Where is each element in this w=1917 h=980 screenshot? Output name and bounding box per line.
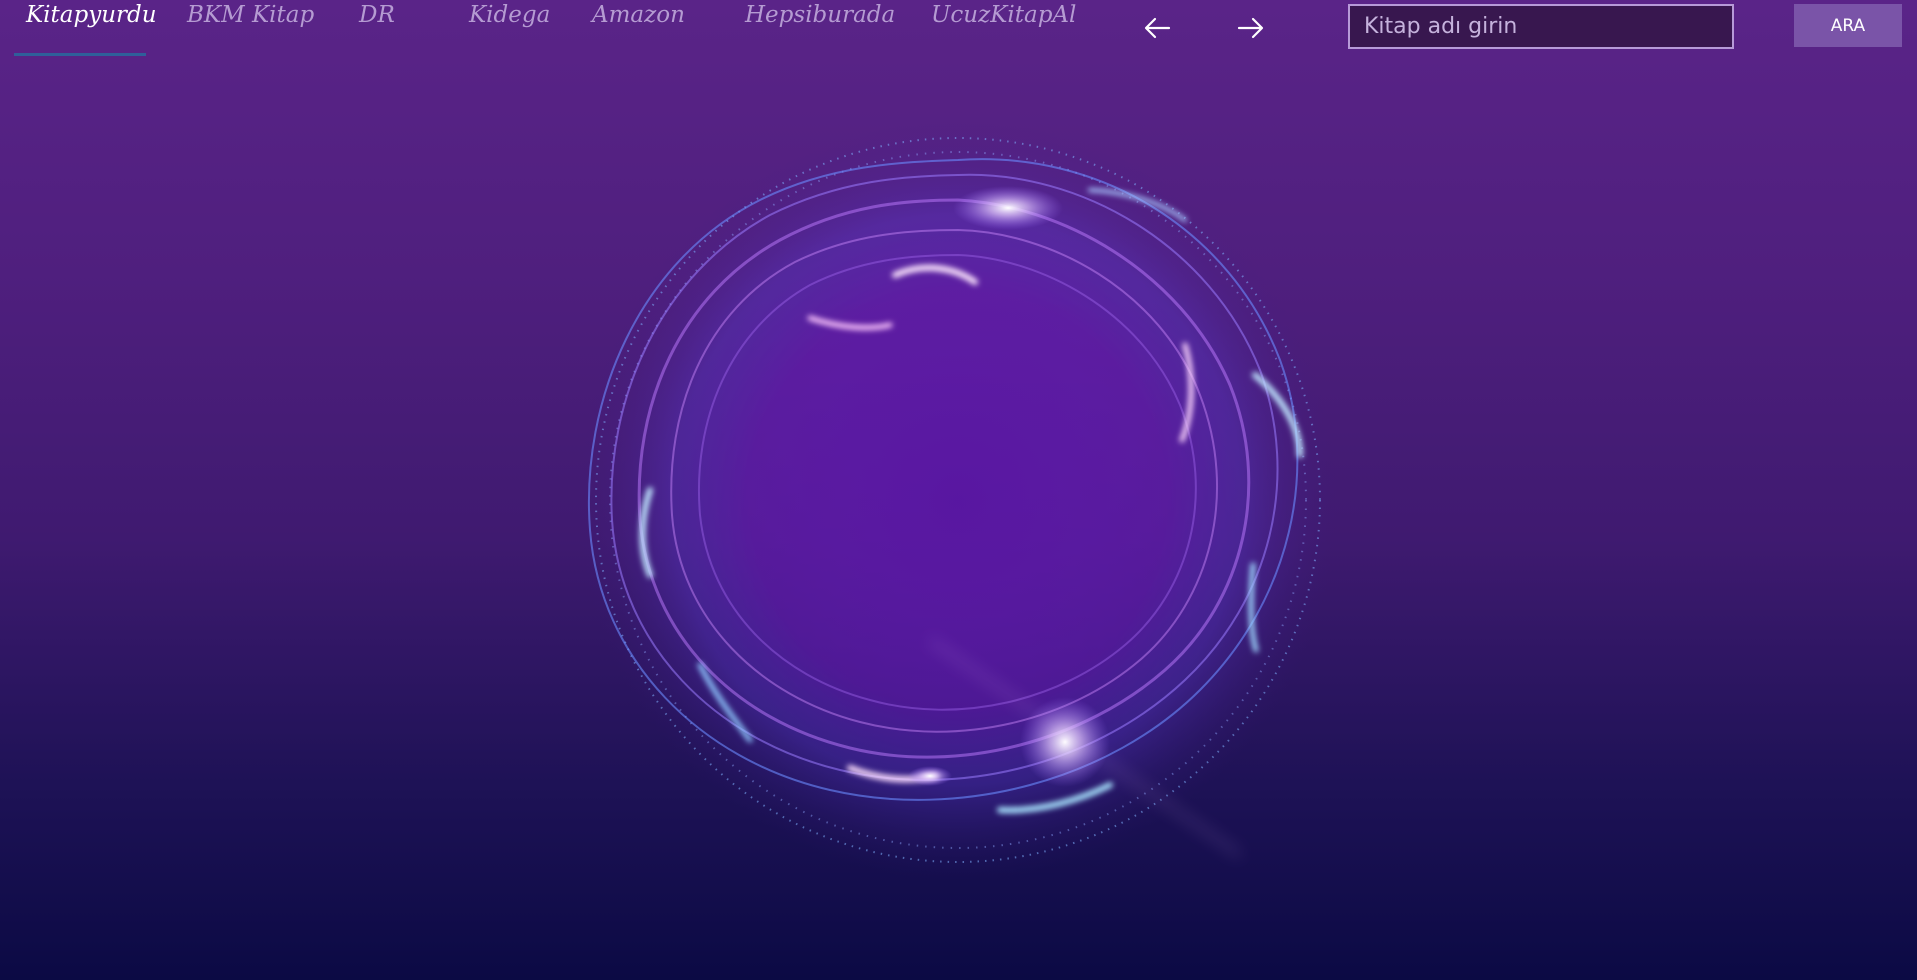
tab-amazon[interactable]: Amazon <box>592 0 685 34</box>
tab-kidega[interactable]: Kidega <box>469 0 550 34</box>
flare-left-bottom <box>908 766 952 786</box>
active-tab-underline <box>14 53 146 56</box>
tab-bkm-kitap[interactable]: BKM Kitap <box>187 0 314 34</box>
dotted-ring-mid <box>609 151 1307 849</box>
light-streaks <box>639 188 1303 814</box>
tab-dr[interactable]: DR <box>359 0 395 34</box>
top-navigation-bar: Kitapyurdu BKM Kitap DR Kidega Amazon He… <box>0 0 1917 60</box>
tab-ucuzkitapal[interactable]: UcuzKitapAl <box>931 0 1076 34</box>
back-button[interactable] <box>1139 12 1175 44</box>
forward-button[interactable] <box>1233 12 1269 44</box>
search-button[interactable]: ARA <box>1794 4 1902 47</box>
flare-bottom <box>1020 697 1110 787</box>
flare-top <box>953 186 1063 230</box>
arrow-left-icon <box>1144 17 1171 39</box>
tab-hepsiburada[interactable]: Hepsiburada <box>745 0 895 34</box>
flare-streak <box>929 638 1241 857</box>
wave-bands <box>588 158 1299 801</box>
ring-halo <box>578 120 1338 880</box>
glowing-ring-background <box>578 120 1338 880</box>
tab-kitapyurdu[interactable]: Kitapyurdu <box>26 0 157 34</box>
arrow-right-icon <box>1237 17 1264 39</box>
dotted-ring-outer <box>595 137 1321 863</box>
search-input[interactable] <box>1348 4 1734 49</box>
